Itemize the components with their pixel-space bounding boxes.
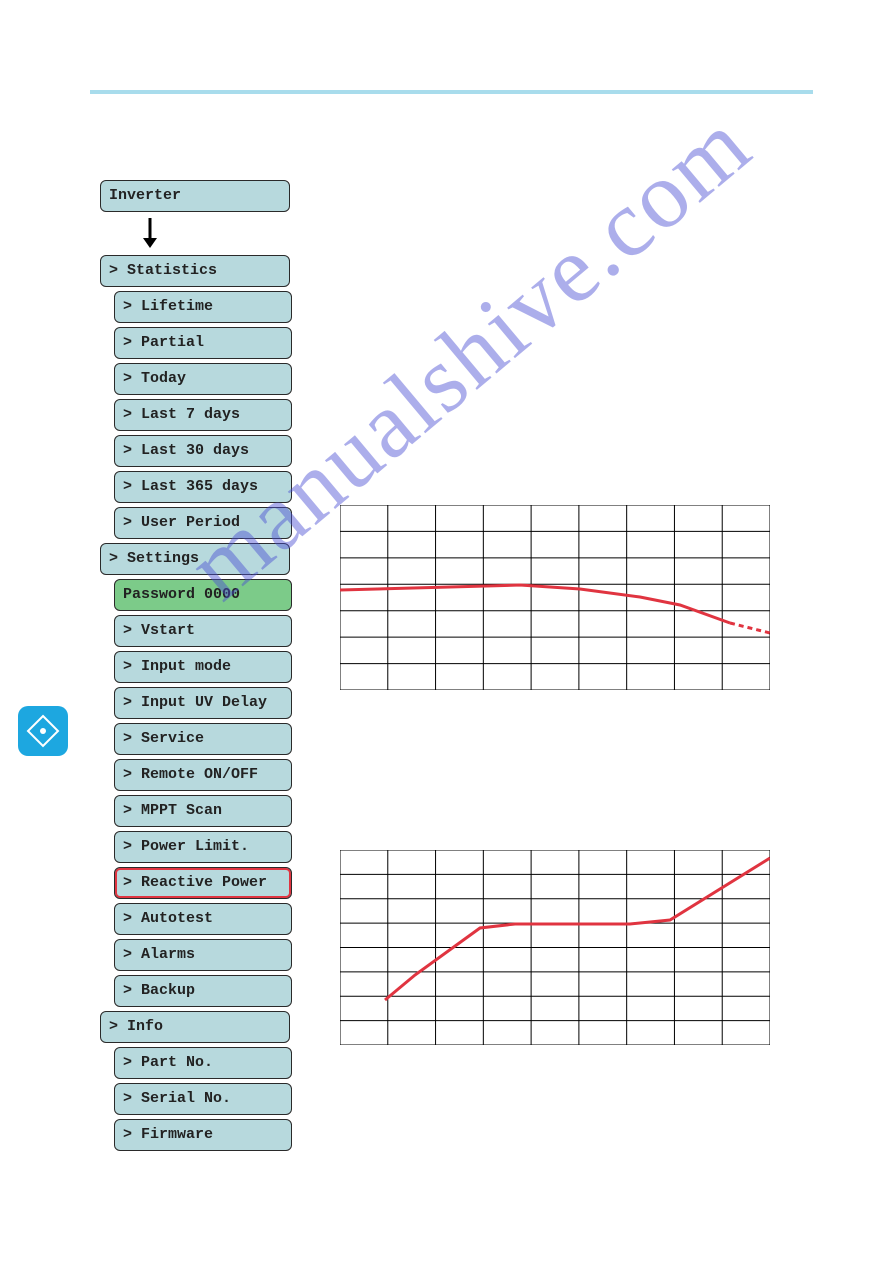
menu-item-last-7-days[interactable]: > Last 7 days (114, 399, 292, 431)
menu-item-reactive-power[interactable]: > Reactive Power (114, 867, 292, 899)
chart-cos-phi (340, 505, 770, 690)
menu-item-remote-on-off[interactable]: > Remote ON/OFF (114, 759, 292, 791)
menu-root[interactable]: Inverter (100, 180, 290, 212)
menu-item-user-period[interactable]: > User Period (114, 507, 292, 539)
menu-item-lifetime[interactable]: > Lifetime (114, 291, 292, 323)
menu-item-vstart[interactable]: > Vstart (114, 615, 292, 647)
arrow-down-icon (140, 218, 160, 248)
menu-item-mppt-scan[interactable]: > MPPT Scan (114, 795, 292, 827)
operation-badge (18, 706, 68, 756)
menu-item-settings[interactable]: > Settings (100, 543, 290, 575)
chart-q-vs-v (340, 850, 770, 1045)
menu-item-service[interactable]: > Service (114, 723, 292, 755)
menu-item-backup[interactable]: > Backup (114, 975, 292, 1007)
top-header-rule (90, 90, 813, 94)
menu-item-info[interactable]: > Info (100, 1011, 290, 1043)
menu-item-last-30-days[interactable]: > Last 30 days (114, 435, 292, 467)
menu-item-today[interactable]: > Today (114, 363, 292, 395)
menu-item-partial[interactable]: > Partial (114, 327, 292, 359)
menu-item-part-no[interactable]: > Part No. (114, 1047, 292, 1079)
menu-item-statistics[interactable]: > Statistics (100, 255, 290, 287)
menu-root-label: Inverter (109, 187, 181, 204)
menu-item-input-uv-delay[interactable]: > Input UV Delay (114, 687, 292, 719)
menu-tree: Inverter > Statistics > Lifetime > Partial… (100, 180, 300, 1155)
menu-item-input-mode[interactable]: > Input mode (114, 651, 292, 683)
menu-item-password-0000[interactable]: Password 0000 (114, 579, 292, 611)
menu-item-power-limit[interactable]: > Power Limit. (114, 831, 292, 863)
menu-item-autotest[interactable]: > Autotest (114, 903, 292, 935)
menu-item-serial-no[interactable]: > Serial No. (114, 1083, 292, 1115)
menu-item-last-365-days[interactable]: > Last 365 days (114, 471, 292, 503)
menu-item-alarms[interactable]: > Alarms (114, 939, 292, 971)
menu-item-firmware[interactable]: > Firmware (114, 1119, 292, 1151)
